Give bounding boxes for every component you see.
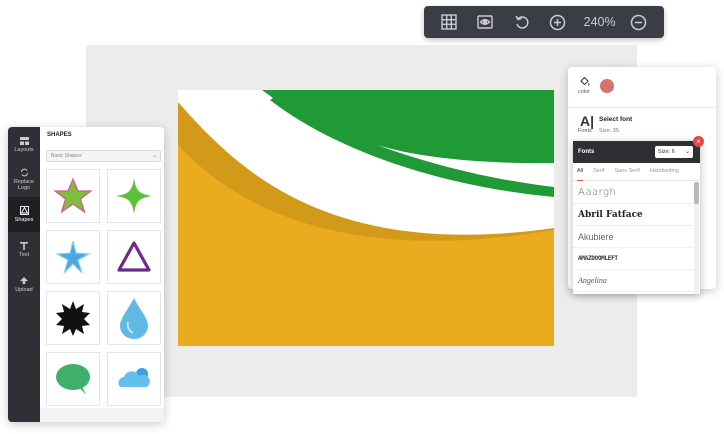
font-category-tabs: All Serif Sans Serif Handwriting <box>573 163 700 181</box>
nav-shapes[interactable]: Shapes <box>8 197 40 232</box>
shape-blue-drop[interactable] <box>107 291 161 345</box>
shapes-panel: SHAPES Basic Shapes ⌄ <box>40 127 164 422</box>
shapes-panel-scroll[interactable] <box>40 408 164 422</box>
shape-speech-bubble[interactable] <box>46 352 100 406</box>
font-item-angelina[interactable]: Angelina <box>573 270 694 292</box>
font-size-value: Size: 6 <box>658 149 675 155</box>
font-item-label: Aaargh <box>578 187 617 198</box>
chevron-down-icon: ⌄ <box>684 149 690 155</box>
nav-layouts[interactable]: Layouts <box>8 127 40 162</box>
font-size-label: Size: 35 <box>599 128 619 134</box>
paint-bucket-icon[interactable] <box>579 76 590 87</box>
tab-serif[interactable]: Serif <box>593 163 604 180</box>
font-dropdown-title: Fonts <box>578 149 595 155</box>
nav-upload-label: Upload <box>15 286 33 293</box>
fonts-label: Fonts <box>578 128 592 134</box>
zoom-out-icon[interactable] <box>628 11 649 33</box>
blue-star-icon <box>54 240 92 274</box>
design-artboard[interactable] <box>178 90 554 346</box>
black-burst-icon <box>56 301 90 336</box>
font-item-label: Abril Fatface <box>578 209 643 220</box>
panel-divider <box>568 107 716 108</box>
font-dropdown: Fonts Size: 6 ⌄ All Serif Sans Serif Han… <box>573 141 700 294</box>
tab-handwriting[interactable]: Handwriting <box>650 163 679 180</box>
close-icon[interactable]: × <box>693 136 704 147</box>
preview-eye-icon[interactable] <box>474 11 495 33</box>
shapes-icon <box>19 206 29 215</box>
left-panel: Layouts Replace Logo Shapes Text Upload … <box>8 127 164 422</box>
zoom-in-icon[interactable] <box>547 11 568 33</box>
font-size-select[interactable]: Size: 6 ⌄ <box>655 146 693 158</box>
editor-stage: 240% Layouts Replace Logo Shapes Text Up… <box>0 0 724 434</box>
font-item-label: Akubiere <box>578 231 614 242</box>
nav-shapes-label: Shapes <box>14 217 34 223</box>
undo-icon[interactable] <box>511 11 532 33</box>
layouts-icon <box>19 136 29 145</box>
font-list: Aaargh Abril Fatface Akubiere AMAZDOOMLE… <box>573 182 694 292</box>
nav-replace-logo-label: Replace Logo <box>13 179 35 191</box>
nav-text-label: Text <box>18 251 30 258</box>
shape-category-value: Basic Shapes <box>51 153 82 159</box>
tab-all[interactable]: All <box>577 163 584 181</box>
replace-logo-icon <box>20 168 28 177</box>
grid-icon[interactable] <box>438 11 459 33</box>
blue-drop-icon <box>120 298 148 339</box>
shape-black-burst[interactable] <box>46 291 100 345</box>
font-list-scroll-thumb[interactable] <box>694 182 699 204</box>
select-font-button[interactable]: Select font <box>599 116 632 123</box>
shape-blue-star[interactable] <box>46 230 100 284</box>
shape-cloud[interactable] <box>107 352 161 406</box>
font-item-akubiere[interactable]: Akubiere <box>573 226 694 248</box>
font-item-abril-fatface[interactable]: Abril Fatface <box>573 204 694 226</box>
side-nav: Layouts Replace Logo Shapes Text Upload <box>8 127 40 422</box>
nav-layouts-label: Layouts <box>14 146 34 153</box>
shape-purple-triangle[interactable] <box>107 230 161 284</box>
color-label: color <box>578 89 590 95</box>
color-swatch[interactable] <box>600 79 614 93</box>
green-four-point-star-icon <box>116 178 152 214</box>
text-icon <box>20 241 28 250</box>
font-item-label: AMAZDOOMLEFT <box>578 255 618 262</box>
green-speech-bubble-icon <box>56 364 90 395</box>
shape-category-select[interactable]: Basic Shapes ⌄ <box>46 150 161 162</box>
font-list-scrollbar[interactable] <box>694 182 699 294</box>
nav-text[interactable]: Text <box>8 232 40 267</box>
shape-green-star[interactable] <box>46 169 100 223</box>
font-item-label: Angelina <box>578 276 607 285</box>
shapes-panel-title: SHAPES <box>47 132 72 138</box>
purple-triangle-icon <box>117 241 151 272</box>
nav-replace-logo[interactable]: Replace Logo <box>8 162 40 197</box>
upload-icon <box>20 276 28 284</box>
green-star-icon <box>53 177 93 214</box>
font-icon: A| <box>580 113 595 129</box>
blue-cloud-icon <box>118 368 150 387</box>
tab-sans-serif[interactable]: Sans Serif <box>614 163 639 180</box>
font-dropdown-header: Fonts Size: 6 ⌄ <box>573 141 700 163</box>
zoom-level: 240% <box>583 15 616 29</box>
chevron-down-icon: ⌄ <box>151 153 157 159</box>
canvas-toolbar: 240% <box>424 6 664 38</box>
font-item-amazdoomleft[interactable]: AMAZDOOMLEFT <box>573 248 694 270</box>
shape-four-point-star[interactable] <box>107 169 161 223</box>
font-item-aaargh[interactable]: Aaargh <box>573 182 694 204</box>
nav-upload[interactable]: Upload <box>8 267 40 302</box>
